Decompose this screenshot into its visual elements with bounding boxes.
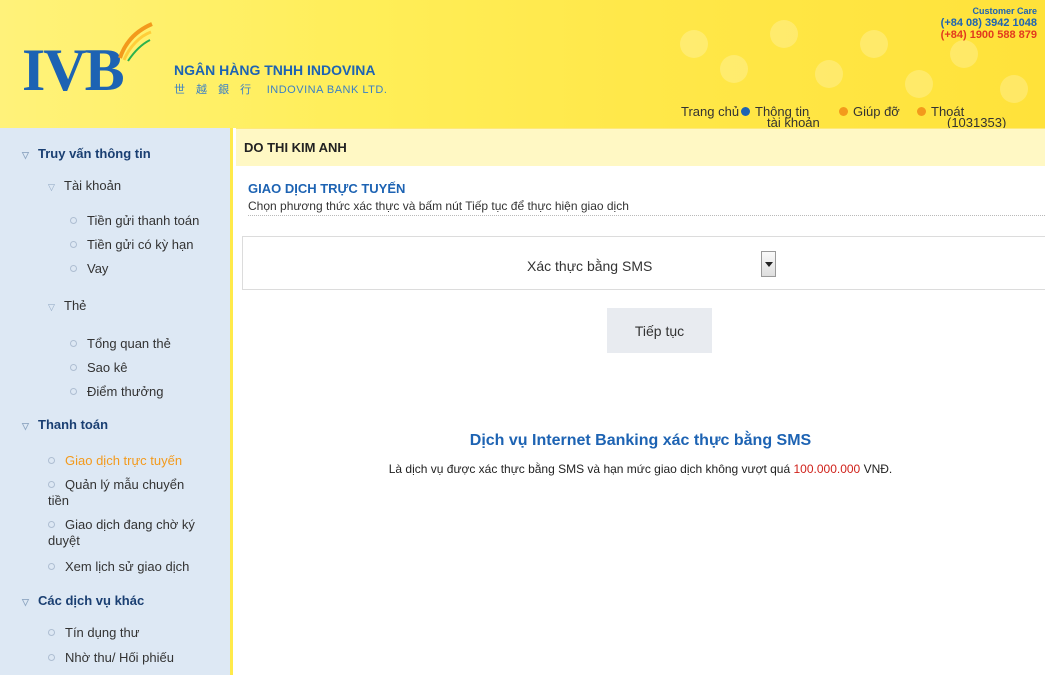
section-description: Chọn phương thức xác thực và bấm nút Tiế… [248, 199, 629, 213]
sidebar-item-transfer-templates[interactable]: Quản lý mẫu chuyển [48, 477, 184, 492]
sidebar-item-transaction-history[interactable]: Xem lịch sử giao dịch [48, 559, 189, 574]
customer-care-phone-1: (+84 08) 3942 1048 [940, 17, 1037, 29]
bank-name-en: INDOVINA BANK LTD. [266, 84, 388, 96]
sidebar-item-pending-transactions[interactable]: Giao dịch đang chờ ký [48, 517, 195, 532]
nav-dot-icon [741, 107, 750, 116]
section-divider [248, 215, 1045, 216]
continue-button[interactable]: Tiếp tục [607, 308, 712, 353]
collapse-triangle-icon: ▽ [22, 150, 29, 160]
sidebar-section-other-services[interactable]: ▽ Các dịch vụ khác [22, 593, 144, 608]
sidebar-item-reward-points[interactable]: Điểm thưởng [70, 384, 163, 399]
info-description: Là dịch vụ được xác thực bằng SMS và hạn… [0, 462, 1045, 476]
collapse-triangle-icon: ▽ [48, 302, 55, 312]
sidebar: ▽ Truy vấn thông tin ▽ Tài khoản Tiền gửi … [0, 128, 233, 675]
customer-care-phone-2: (+84) 1900 588 879 [940, 29, 1037, 41]
collapse-triangle-icon: ▽ [22, 597, 29, 607]
sidebar-item-term-deposit[interactable]: Tiền gửi có kỳ hạn [70, 237, 194, 252]
bank-subtitle: 世 越 銀 行 INDOVINA BANK LTD. [174, 81, 387, 97]
customer-name-bar: DO THI KIM ANH [236, 128, 1045, 166]
section-title: GIAO DỊCH TRỰC TUYẾN [248, 181, 406, 196]
transaction-limit: 100.000.000 [793, 462, 861, 476]
sidebar-item-current-deposit[interactable]: Tiền gửi thanh toán [70, 213, 199, 228]
nav-home[interactable]: Trang chủ [681, 105, 739, 118]
sidebar-item-pending-transactions-cont[interactable]: duyệt [48, 533, 80, 548]
bank-logo[interactable]: IVB [22, 40, 125, 100]
sidebar-item-collection[interactable]: Nhờ thu/ Hối phiếu [48, 650, 174, 665]
bullet-icon [48, 563, 55, 570]
sidebar-item-loan[interactable]: Vay [70, 261, 108, 276]
customer-care-title: Customer Care [972, 6, 1037, 16]
bullet-icon [70, 340, 77, 347]
bullet-icon [70, 217, 77, 224]
info-title: Dịch vụ Internet Banking xác thực bằng S… [469, 432, 812, 449]
bullet-icon [70, 388, 77, 395]
customer-care: Customer Care (+84 08) 3942 1048 (+84) 1… [941, 5, 1037, 41]
logo-swoosh-icon [118, 22, 153, 62]
user-id: (1031353) [947, 115, 1007, 128]
collapse-triangle-icon: ▽ [48, 182, 55, 192]
sidebar-section-payment[interactable]: ▽ Thanh toán [22, 417, 108, 432]
bullet-icon [70, 364, 77, 371]
bullet-icon [70, 241, 77, 248]
customer-name: DO THI KIM ANH [244, 140, 347, 155]
nav-dot-icon [839, 107, 848, 116]
bullet-icon [48, 654, 55, 661]
info-desc-prefix: Là dịch vụ được xác thực bằng SMS và hạn… [388, 462, 791, 476]
auth-method-select[interactable]: Xác thực bằng SMS [527, 258, 652, 274]
bank-name: NGÂN HÀNG TNHH INDOVINA [174, 62, 376, 78]
sidebar-section-inquiry[interactable]: ▽ Truy vấn thông tin [22, 146, 151, 161]
bullet-icon [48, 481, 55, 488]
bullet-icon [48, 521, 55, 528]
sidebar-item-statement[interactable]: Sao kê [70, 360, 127, 375]
sidebar-item-transfer-templates-cont[interactable]: tiền [48, 493, 69, 508]
info-desc-suffix: VNĐ. [863, 462, 893, 476]
bank-name-cjk: 世 越 銀 行 [174, 84, 256, 96]
sidebar-group-account[interactable]: ▽ Tài khoản [48, 178, 121, 193]
page-header: IVB NGÂN HÀNG TNHH INDOVINA 世 越 銀 行 INDO… [0, 0, 1045, 128]
collapse-triangle-icon: ▽ [22, 421, 29, 431]
sidebar-item-letter-of-credit[interactable]: Tín dụng thư [48, 625, 139, 640]
sidebar-item-card-overview[interactable]: Tổng quan thẻ [70, 336, 171, 351]
bullet-icon [48, 629, 55, 636]
sidebar-group-card[interactable]: ▽ Thẻ [48, 298, 86, 313]
nav-help[interactable]: Giúp đỡ [853, 105, 900, 118]
bullet-icon [70, 265, 77, 272]
chevron-down-icon[interactable] [761, 251, 776, 277]
nav-dot-icon [917, 107, 926, 116]
nav-account-info-line2[interactable]: tài khoản [767, 116, 820, 128]
